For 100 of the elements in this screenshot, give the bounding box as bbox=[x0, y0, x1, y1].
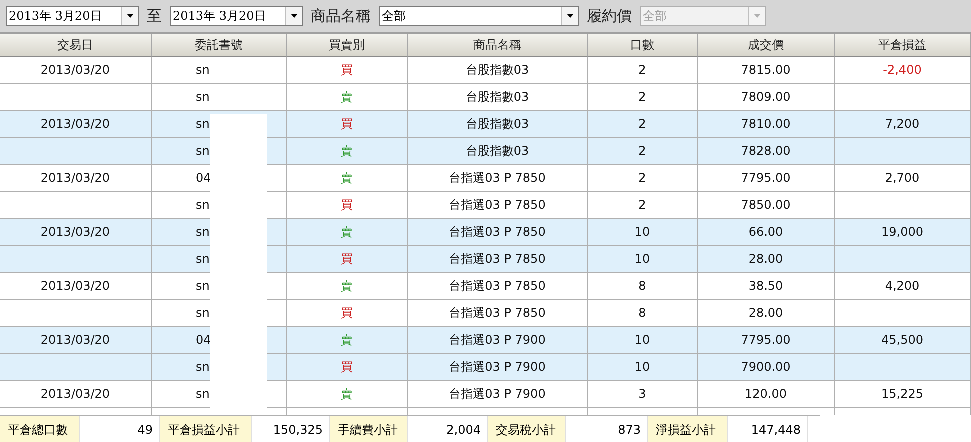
summary-value: 147,448 bbox=[728, 416, 808, 442]
table-row[interactable]: sn 賣 台股指數03 2 7809.00 bbox=[0, 84, 971, 111]
table-cell: 7850.00 bbox=[741, 198, 791, 212]
table-cell: 買 bbox=[341, 62, 353, 78]
table-cell: 4,200 bbox=[885, 279, 920, 293]
table-cell: 2013/03/20 bbox=[40, 117, 110, 131]
table-cell: 台指選03 P 7900 bbox=[449, 332, 546, 348]
table-cell: 7,200 bbox=[885, 117, 920, 131]
table-row[interactable]: sn 買 台指選03 P 7850 10 28.00 bbox=[0, 246, 971, 273]
table-cell: 賣 bbox=[341, 332, 353, 348]
summary-label: 平倉總口數 bbox=[0, 416, 80, 442]
summary-label: 淨損益小計 bbox=[648, 416, 728, 442]
table-row[interactable]: 2013/03/20 04 賣 台指選03 P 7900 10 7795.00 45,500 bbox=[0, 327, 971, 354]
column-header[interactable]: 交易日 bbox=[0, 34, 152, 57]
column-header[interactable]: 成交價 bbox=[698, 34, 835, 57]
table-cell: 10 bbox=[634, 225, 650, 239]
table-row[interactable]: 2013/03/20 sn 買 台股指數03 2 7810.00 7,200 bbox=[0, 111, 971, 138]
table-cell: 2 bbox=[638, 117, 646, 131]
table-cell: 8 bbox=[638, 306, 646, 320]
caret-icon bbox=[566, 14, 574, 18]
table-cell: 66.00 bbox=[748, 225, 784, 239]
table-cell: sn bbox=[196, 387, 210, 401]
table-cell: 台股指數03 bbox=[466, 116, 530, 132]
date-dropdown[interactable]: 2013年 3月20日 bbox=[6, 6, 139, 26]
table-cell: 台指選03 P 7850 bbox=[449, 224, 546, 240]
column-header[interactable]: 平倉損益 bbox=[835, 34, 971, 57]
table-cell: 3 bbox=[638, 387, 646, 401]
summary-label: 手續費小計 bbox=[330, 416, 408, 442]
table-cell: 賣 bbox=[341, 88, 353, 106]
dropdown[interactable]: 全部 bbox=[379, 6, 579, 26]
table-cell: 買 bbox=[341, 196, 353, 214]
table-cell: sn bbox=[196, 360, 210, 374]
table-cell: 買 bbox=[341, 304, 353, 322]
date-dropdown[interactable]: 2013年 3月20日 bbox=[170, 6, 303, 26]
table-cell: 2013/03/20 bbox=[40, 225, 110, 239]
table-cell: 04 bbox=[196, 171, 212, 185]
table-cell: 28.00 bbox=[748, 306, 784, 320]
table-row[interactable]: sn 賣 台股指數03 2 7828.00 bbox=[0, 138, 971, 165]
table-cell: 2013/03/20 bbox=[40, 63, 110, 77]
table-cell: 2013/03/20 bbox=[40, 279, 110, 293]
table-cell: sn bbox=[196, 279, 210, 293]
table-cell: 台股指數03 bbox=[466, 142, 530, 160]
table-cell: 台股指數03 bbox=[466, 88, 530, 106]
table-cell: 賣 bbox=[341, 278, 353, 294]
table-cell: sn bbox=[196, 63, 210, 77]
table-cell: 2013/03/20 bbox=[40, 171, 110, 185]
table-cell: sn bbox=[196, 117, 210, 131]
table-cell: 台指選03 P 7850 bbox=[449, 304, 546, 322]
table-cell: 7828.00 bbox=[741, 144, 791, 158]
table-cell: 2013/03/20 bbox=[40, 333, 110, 347]
table-row[interactable]: sn 買 台指選03 P 7850 8 28.00 bbox=[0, 300, 971, 327]
table-cell: 台指選03 P 7900 bbox=[449, 358, 546, 376]
column-header[interactable]: 口數 bbox=[588, 34, 698, 57]
table-cell: 2013/03/20 bbox=[40, 387, 110, 401]
filter-label: 商品名稱 bbox=[311, 6, 371, 26]
table-cell: sn bbox=[196, 306, 210, 320]
table-cell: 19,000 bbox=[882, 225, 924, 239]
table-cell: 2 bbox=[638, 63, 646, 77]
table-cell: 7809.00 bbox=[741, 90, 791, 104]
table-row[interactable]: 2013/03/20 sn 買 台股指數03 2 7815.00 -2,400 bbox=[0, 57, 971, 84]
table-cell: 10 bbox=[634, 333, 650, 347]
table-row[interactable]: sn 買 台指選03 P 7850 2 7850.00 bbox=[0, 192, 971, 219]
table-cell: 15,225 bbox=[882, 387, 924, 401]
table-cell: 2,700 bbox=[885, 171, 920, 185]
table-cell: 台指選03 P 7850 bbox=[449, 278, 546, 294]
table-row[interactable]: 2013/03/20 sn 賣 台指選03 P 7850 10 66.00 19,000 bbox=[0, 219, 971, 246]
table-cell: 台股指數03 bbox=[466, 62, 530, 78]
table-row[interactable]: 2013/03/20 sn 賣 台指選03 P 7850 8 38.50 4,200 bbox=[0, 273, 971, 300]
table-cell: 7795.00 bbox=[741, 171, 791, 185]
column-header[interactable]: 委託書號 bbox=[152, 34, 287, 57]
table-cell: sn bbox=[196, 225, 210, 239]
table-cell: 賣 bbox=[341, 386, 353, 402]
table-cell: 120.00 bbox=[745, 387, 787, 401]
table-row[interactable]: 2013/03/20 sn 賣 台指選03 P 7900 3 120.00 15,225 bbox=[0, 381, 971, 408]
table-cell: -2,400 bbox=[883, 63, 922, 77]
table-cell: 28.00 bbox=[748, 252, 784, 266]
table-cell: 38.50 bbox=[748, 279, 784, 293]
table-cell: 台指選03 P 7900 bbox=[449, 386, 546, 402]
table-row[interactable]: 2013/03/20 04 賣 台指選03 P 7850 2 7795.00 2,700 bbox=[0, 165, 971, 192]
table-cell: 賣 bbox=[341, 142, 353, 160]
table-cell: 台指選03 P 7850 bbox=[449, 196, 546, 214]
table-cell: 45,500 bbox=[882, 333, 924, 347]
table-cell: 7810.00 bbox=[741, 117, 791, 131]
caret-icon bbox=[126, 14, 134, 18]
table-cell: 買 bbox=[341, 116, 353, 132]
table-cell: 台指選03 P 7850 bbox=[449, 170, 546, 186]
summary-label: 交易稅小計 bbox=[488, 416, 566, 442]
table-cell: 買 bbox=[341, 250, 353, 268]
table-cell: 2 bbox=[638, 90, 646, 104]
table-cell: sn bbox=[196, 252, 210, 266]
filter-label: 履約價 bbox=[587, 6, 632, 26]
table-cell: sn bbox=[196, 144, 210, 158]
table-cell: 04 bbox=[196, 333, 212, 347]
table-cell: 買 bbox=[341, 358, 353, 376]
column-header[interactable]: 買賣別 bbox=[287, 34, 408, 57]
table-cell: 2 bbox=[638, 198, 646, 212]
table-cell: 7815.00 bbox=[741, 63, 791, 77]
column-header[interactable]: 商品名稱 bbox=[408, 34, 588, 57]
table-row[interactable]: sn 買 台指選03 P 7900 10 7900.00 bbox=[0, 354, 971, 381]
table-cell: 賣 bbox=[341, 170, 353, 186]
